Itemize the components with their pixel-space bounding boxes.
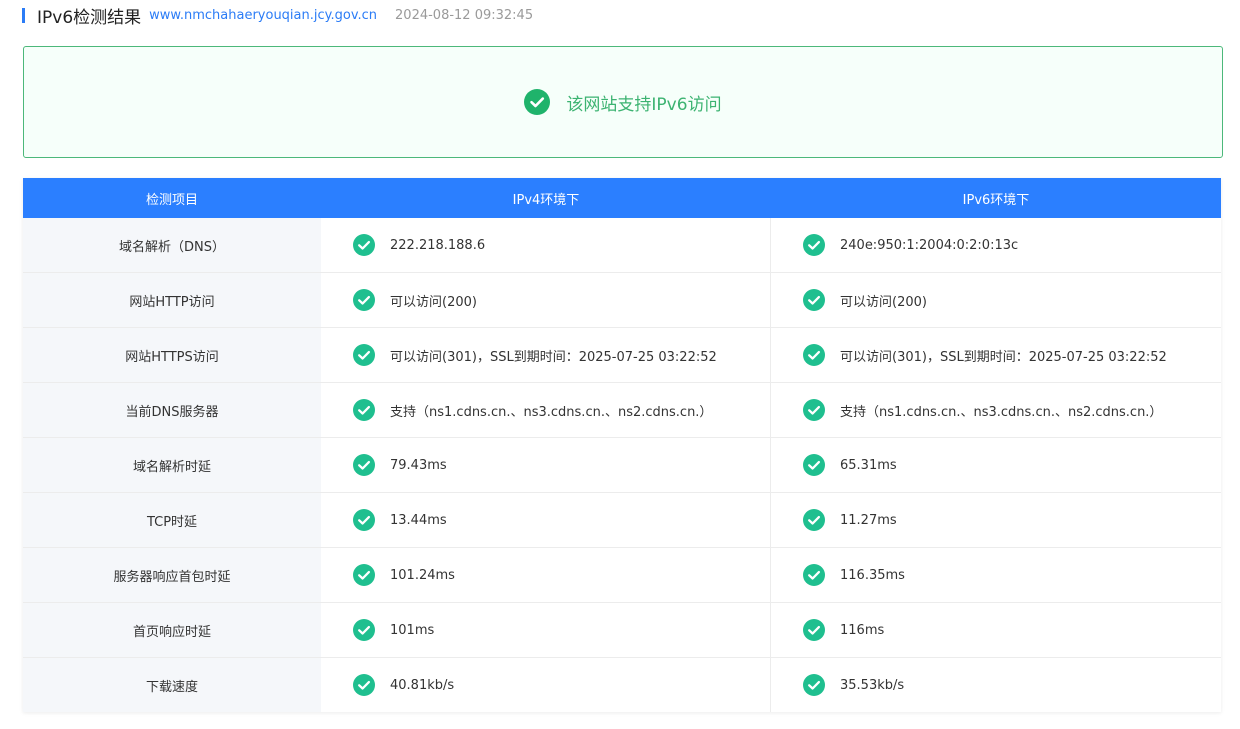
table-header: 检测项目 IPv4环境下 IPv6环境下 (23, 178, 1221, 218)
check-circle-icon (353, 619, 375, 641)
row-label: 服务器响应首包时延 (23, 548, 321, 602)
ipv4-cell: 可以访问(301)，SSL到期时间：2025-07-25 03:22:52 (321, 328, 771, 382)
row-label: 网站HTTPS访问 (23, 328, 321, 382)
page-header: IPv6检测结果 www.nmchahaeryouqian.jcy.gov.cn… (22, 4, 534, 28)
check-circle-icon (803, 564, 825, 586)
ipv4-cell: 79.43ms (321, 438, 771, 492)
ipv6-value: 116.35ms (840, 567, 905, 583)
ipv4-cell: 222.218.188.6 (321, 218, 771, 272)
row-label: 网站HTTP访问 (23, 273, 321, 327)
check-circle-icon (353, 564, 375, 586)
check-circle-icon (803, 509, 825, 531)
checked-domain-link[interactable]: www.nmchahaeryouqian.jcy.gov.cn (149, 8, 377, 23)
header-ipv4: IPv4环境下 (512, 192, 580, 208)
check-circle-icon (803, 344, 825, 366)
ipv6-cell: 65.31ms (771, 438, 1221, 492)
check-circle-icon (803, 619, 825, 641)
check-circle-icon (803, 234, 825, 256)
check-circle-icon (353, 399, 375, 421)
check-circle-icon (524, 89, 551, 115)
check-circle-icon (353, 344, 375, 366)
ipv4-value: 可以访问(200) (390, 294, 477, 310)
check-circle-icon (353, 234, 375, 256)
ipv4-value: 79.43ms (390, 457, 447, 473)
check-circle-icon (803, 399, 825, 421)
check-circle-icon (353, 289, 375, 311)
ipv4-cell: 可以访问(200) (321, 273, 771, 327)
ipv6-cell: 116ms (771, 603, 1221, 657)
check-circle-icon (803, 289, 825, 311)
table-row: 域名解析时延 79.43ms 65.31ms (23, 438, 1221, 493)
ipv6-value: 可以访问(200) (840, 294, 927, 310)
ipv4-value: 101ms (390, 622, 435, 638)
ipv6-value: 35.53kb/s (840, 677, 905, 693)
ipv4-cell: 支持（ns1.cdns.cn.、ns3.cdns.cn.、ns2.cdns.cn… (321, 383, 771, 437)
ipv4-cell: 101ms (321, 603, 771, 657)
results-table: 检测项目 IPv4环境下 IPv6环境下 域名解析（DNS） 222.218.18… (23, 178, 1221, 712)
ipv4-cell: 40.81kb/s (321, 658, 771, 712)
table-row: 网站HTTP访问 可以访问(200) 可以访问(200) (23, 273, 1221, 328)
ipv6-cell: 支持（ns1.cdns.cn.、ns3.cdns.cn.、ns2.cdns.cn… (771, 383, 1221, 437)
ipv4-cell: 13.44ms (321, 493, 771, 547)
ipv6-value: 65.31ms (840, 457, 897, 473)
table-row: 域名解析（DNS） 222.218.188.6 240e:950:1:2004:0:… (23, 218, 1221, 273)
table-row: 网站HTTPS访问 可以访问(301)，SSL到期时间：2025-07-25 03… (23, 328, 1221, 383)
result-banner: 该网站支持IPv6访问 (23, 46, 1223, 158)
row-label: 当前DNS服务器 (23, 383, 321, 437)
header-accent-bar (22, 7, 25, 23)
ipv6-value: 116ms (840, 622, 885, 638)
row-label: 首页响应时延 (23, 603, 321, 657)
page-title: IPv6检测结果 (37, 7, 142, 28)
ipv6-value: 240e:950:1:2004:0:2:0:13c (840, 237, 1019, 253)
table-row: 下载速度 40.81kb/s 35.53kb/s (23, 658, 1221, 712)
table-row: 服务器响应首包时延 101.24ms 116.35ms (23, 548, 1221, 603)
table-body: 域名解析（DNS） 222.218.188.6 240e:950:1:2004:0:… (23, 218, 1221, 712)
ipv6-value: 可以访问(301)，SSL到期时间：2025-07-25 03:22:52 (840, 349, 1167, 365)
row-label: 域名解析（DNS） (23, 218, 321, 272)
ipv6-cell: 可以访问(200) (771, 273, 1221, 327)
ipv4-value: 222.218.188.6 (390, 237, 486, 253)
result-message: 该网站支持IPv6访问 (566, 94, 722, 115)
ipv4-value: 可以访问(301)，SSL到期时间：2025-07-25 03:22:52 (390, 349, 717, 365)
table-row: 当前DNS服务器 支持（ns1.cdns.cn.、ns3.cdns.cn.、ns2… (23, 383, 1221, 438)
check-circle-icon (353, 674, 375, 696)
ipv6-value: 11.27ms (840, 512, 897, 528)
row-label: 下载速度 (23, 658, 321, 712)
ipv4-value: 13.44ms (390, 512, 447, 528)
ipv6-cell: 240e:950:1:2004:0:2:0:13c (771, 218, 1221, 272)
ipv4-value: 101.24ms (390, 567, 455, 583)
header-item: 检测项目 (145, 192, 198, 208)
ipv6-cell: 可以访问(301)，SSL到期时间：2025-07-25 03:22:52 (771, 328, 1221, 382)
ipv4-value: 支持（ns1.cdns.cn.、ns3.cdns.cn.、ns2.cdns.cn… (390, 404, 713, 420)
check-circle-icon (353, 454, 375, 476)
ipv6-cell: 35.53kb/s (771, 658, 1221, 712)
table-row: TCP时延 13.44ms 11.27ms (23, 493, 1221, 548)
ipv6-cell: 11.27ms (771, 493, 1221, 547)
ipv6-value: 支持（ns1.cdns.cn.、ns3.cdns.cn.、ns2.cdns.cn… (840, 404, 1163, 420)
check-circle-icon (803, 674, 825, 696)
table-row: 首页响应时延 101ms 116ms (23, 603, 1221, 658)
row-label: TCP时延 (23, 493, 321, 547)
ipv6-cell: 116.35ms (771, 548, 1221, 602)
check-circle-icon (803, 454, 825, 476)
check-circle-icon (353, 509, 375, 531)
header-ipv6: IPv6环境下 (962, 192, 1030, 208)
ipv4-cell: 101.24ms (321, 548, 771, 602)
row-label: 域名解析时延 (23, 438, 321, 492)
check-timestamp: 2024-08-12 09:32:45 (395, 7, 534, 23)
ipv4-value: 40.81kb/s (390, 677, 455, 693)
